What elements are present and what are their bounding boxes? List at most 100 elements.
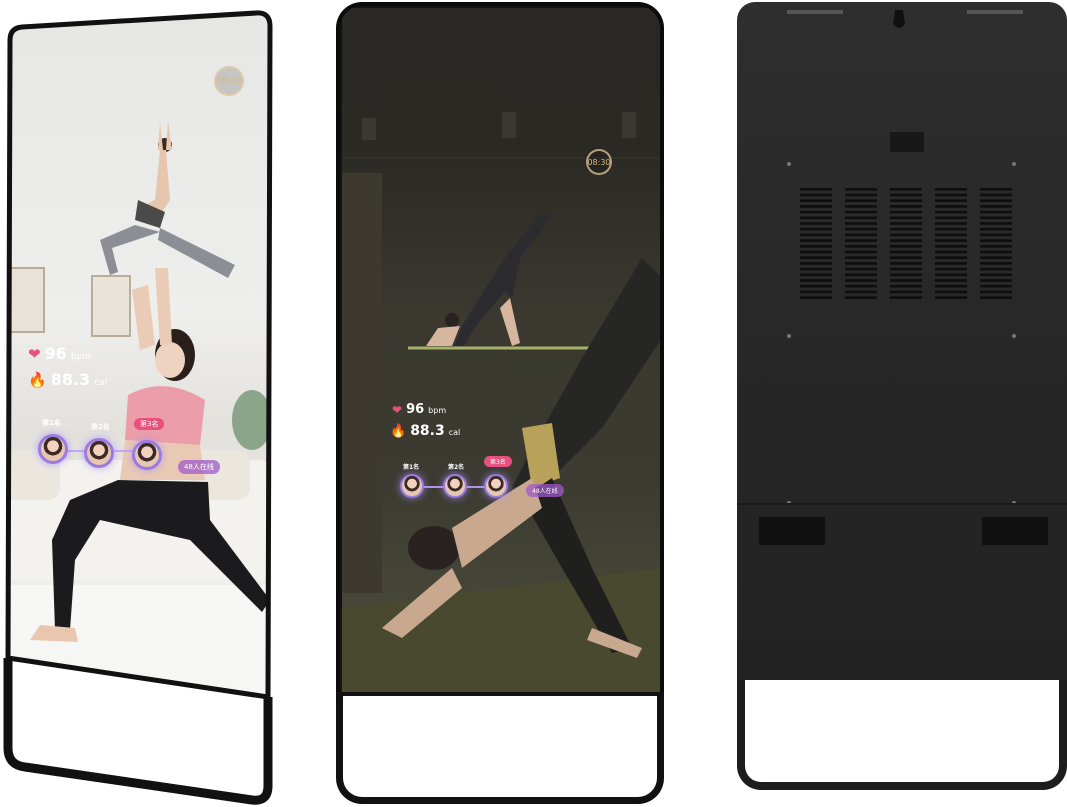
rank-1-label: 第1名 (403, 464, 420, 471)
rank-3-badge: 第3名 (134, 418, 165, 430)
vent-slat (845, 227, 877, 231)
vent-slat (890, 245, 922, 248)
vent-slat (890, 205, 922, 208)
rank-3-avatar (484, 474, 508, 498)
vent-slat (935, 227, 967, 231)
vent-slat (935, 262, 967, 265)
vent-slat (980, 284, 1012, 288)
vent-slat (845, 188, 877, 191)
vent-slat (935, 245, 967, 248)
vent-slat (890, 279, 922, 282)
vent-slat (980, 245, 1012, 248)
vent-slat (845, 273, 877, 277)
vent-slat (800, 273, 832, 277)
vent-slat (935, 290, 967, 294)
vent-slat (980, 250, 1012, 254)
vent-slat (935, 279, 967, 282)
rank-1-avatar (38, 434, 68, 464)
vent-slat (980, 210, 1012, 214)
vent-slat (800, 205, 832, 208)
mirror-front-lit: 08:30 ❤ 96 bpm 🔥 88.3 cal 第1名 第2名 第3名 48… (0, 0, 280, 807)
rank-2-label: 第2名 (448, 464, 465, 471)
rank-2-avatar (443, 474, 467, 498)
vent-slat (980, 188, 1012, 191)
vent-slat (800, 256, 832, 259)
mirror-front-dark: 08:30 ❤ 96 bpm 🔥 88.3 cal 第1名 第2名 第3名 48… (336, 2, 664, 805)
vent-slat (935, 216, 967, 220)
vent-slat (890, 188, 922, 191)
vent-slat (845, 250, 877, 254)
heart-icon: ❤ (392, 402, 403, 417)
vent-slat (800, 245, 832, 248)
vent-slat (845, 205, 877, 208)
vent-slat (845, 267, 877, 271)
rank-3-badge: 第3名 (484, 456, 512, 467)
vent-slat (800, 267, 832, 271)
vent-slat (890, 227, 922, 231)
vent-slat (935, 210, 967, 214)
vent-slat (845, 216, 877, 220)
heart-rate-stat: ❤ 96 bpm (28, 344, 91, 363)
mirror-lit-illustration (3, 10, 273, 805)
vent-slat (800, 216, 832, 220)
heart-rate-unit: bpm (428, 406, 447, 415)
back-panel-body (737, 2, 1067, 682)
rank-1-avatar (400, 474, 424, 498)
vent-slat (980, 222, 1012, 225)
clock-badge: 08:30 (586, 149, 612, 175)
vent-slat (935, 273, 967, 277)
rank-3-avatar (132, 440, 162, 470)
mirror-dark-illustration (342, 112, 660, 692)
vent-slat (935, 188, 967, 191)
vent-slat (890, 193, 922, 197)
vent-slat (935, 222, 967, 225)
vent-slat (890, 239, 922, 242)
vent-slat (935, 296, 967, 299)
vent-slat (980, 216, 1012, 220)
heart-icon: ❤ (28, 344, 41, 363)
vent-slat (845, 245, 877, 248)
rank-2-label: 第2名 (91, 423, 110, 431)
clock-badge: 08:30 (214, 66, 244, 96)
vent-slat (890, 222, 922, 225)
vent-slat (845, 284, 877, 288)
vent-slat (845, 210, 877, 214)
vent-slat (890, 233, 922, 237)
vent-slat (935, 256, 967, 259)
vent-slat (935, 267, 967, 271)
calories-value: 88.3 (410, 423, 445, 439)
vent-slat (800, 250, 832, 254)
vent-slat (800, 233, 832, 237)
vent-slat (890, 284, 922, 288)
vent-slat (800, 279, 832, 282)
heart-rate-unit: bpm (70, 352, 92, 362)
calories-unit: cal (448, 428, 461, 437)
heart-rate-value: 96 (406, 402, 425, 417)
vent-slat (980, 279, 1012, 282)
vent-slat (890, 210, 922, 214)
vent-slat (890, 290, 922, 294)
vent-slat (935, 199, 967, 202)
rank-1-label: 第1名 (42, 419, 61, 427)
vent-slat (980, 239, 1012, 242)
vent-slat (800, 188, 832, 191)
vent-slat (845, 222, 877, 225)
vent-slat (980, 296, 1012, 299)
vent-slat (845, 233, 877, 237)
vent-slat (890, 216, 922, 220)
vent-slat (800, 199, 832, 202)
vent-slat (845, 279, 877, 282)
vent-slat (980, 193, 1012, 197)
vent-slat (890, 256, 922, 259)
mirror-back-panel (735, 0, 1067, 807)
vent-slat (980, 273, 1012, 277)
flame-icon: 🔥 (390, 423, 407, 439)
heart-rate-value: 96 (44, 344, 67, 363)
mirror-dark-frame (336, 2, 664, 692)
vent-slat (980, 233, 1012, 237)
vent-slat (800, 239, 832, 242)
vent-slat (935, 233, 967, 237)
vent-slat (845, 193, 877, 197)
vent-slat (980, 205, 1012, 208)
online-count-badge: 48人在线 (178, 460, 220, 474)
